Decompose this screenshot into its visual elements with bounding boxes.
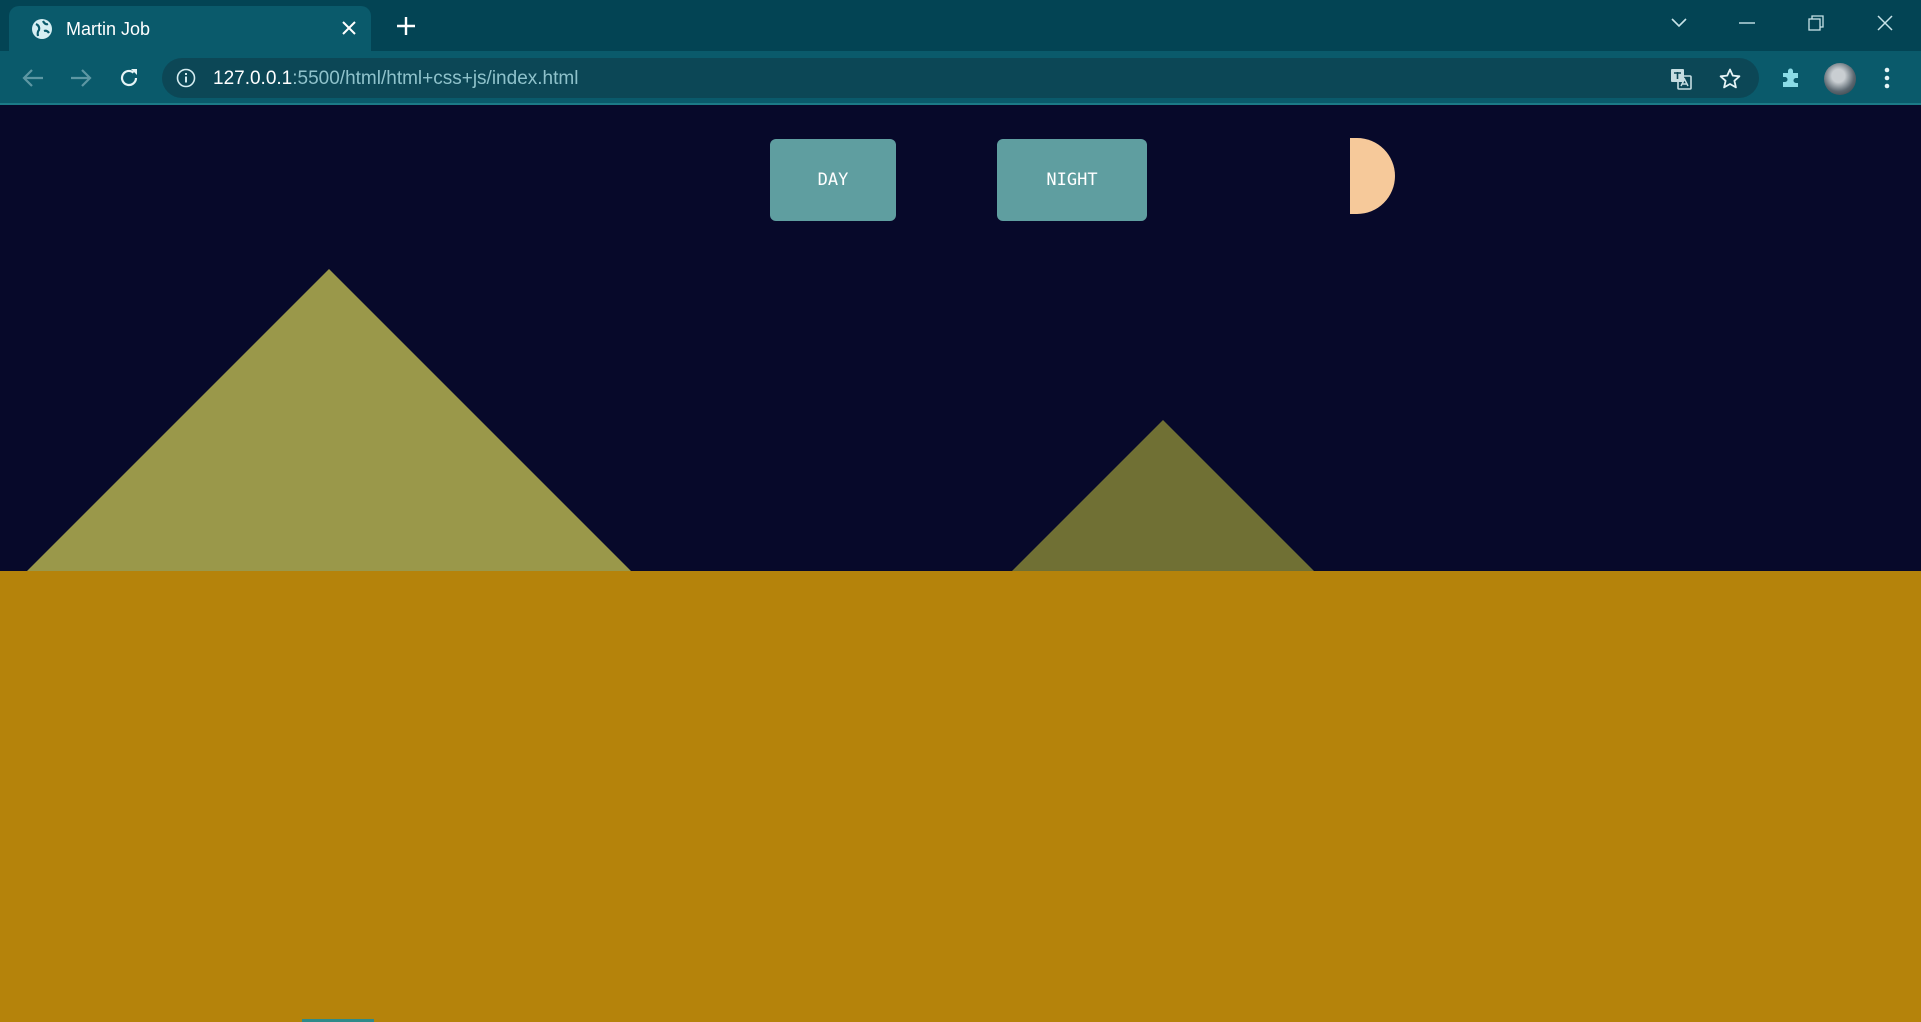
- night-button[interactable]: NIGHT: [997, 139, 1147, 221]
- minimize-icon: [1739, 22, 1755, 24]
- plus-icon: [397, 17, 415, 35]
- info-icon[interactable]: [176, 68, 196, 88]
- profile-avatar[interactable]: [1824, 63, 1856, 95]
- tab-close-button[interactable]: [336, 15, 362, 41]
- extensions-button[interactable]: [1776, 63, 1806, 93]
- forward-icon: [71, 69, 92, 87]
- close-icon: [1877, 15, 1893, 31]
- url-host: 127.0.0.1: [213, 68, 293, 89]
- new-tab-button[interactable]: [391, 11, 421, 41]
- translate-icon: [1671, 69, 1692, 90]
- half-moon: [1350, 138, 1395, 214]
- menu-icon: [1884, 67, 1890, 89]
- large-pyramid: [26, 269, 632, 572]
- chevron-down-icon: [1671, 18, 1687, 28]
- day-button[interactable]: DAY: [770, 139, 896, 221]
- restore-icon: [1808, 15, 1824, 31]
- restore-button[interactable]: [1798, 8, 1834, 38]
- close-icon: [342, 21, 356, 35]
- url-path: :5500/html/html+css+js/index.html: [292, 68, 579, 89]
- desert-sand: [0, 571, 1921, 1022]
- star-icon: [1719, 68, 1741, 89]
- bookmark-button[interactable]: [1717, 66, 1743, 92]
- url-text: 127.0.0.1:5500/html/html+css+js/index.ht…: [213, 68, 578, 90]
- page-viewport: DAY NIGHT: [0, 107, 1921, 1022]
- minimize-button[interactable]: [1729, 8, 1765, 38]
- browser-tab[interactable]: Martin Job: [9, 6, 371, 51]
- browser-titlebar: Martin Job: [0, 0, 1921, 51]
- back-icon: [22, 69, 43, 87]
- window-close-button[interactable]: [1867, 8, 1903, 38]
- tab-search-button[interactable]: [1661, 8, 1697, 38]
- translate-button[interactable]: [1668, 66, 1694, 92]
- browser-menu-button[interactable]: [1872, 63, 1902, 93]
- reload-button[interactable]: [113, 62, 145, 94]
- small-pyramid: [1011, 420, 1315, 572]
- address-bar[interactable]: 127.0.0.1:5500/html/html+css+js/index.ht…: [162, 58, 1759, 98]
- forward-button[interactable]: [65, 62, 97, 94]
- globe-icon: [32, 19, 52, 39]
- tab-title: Martin Job: [66, 19, 151, 39]
- browser-toolbar: 127.0.0.1:5500/html/html+css+js/index.ht…: [0, 51, 1921, 105]
- back-button[interactable]: [17, 62, 49, 94]
- reload-icon: [120, 69, 138, 87]
- extensions-icon: [1783, 68, 1798, 87]
